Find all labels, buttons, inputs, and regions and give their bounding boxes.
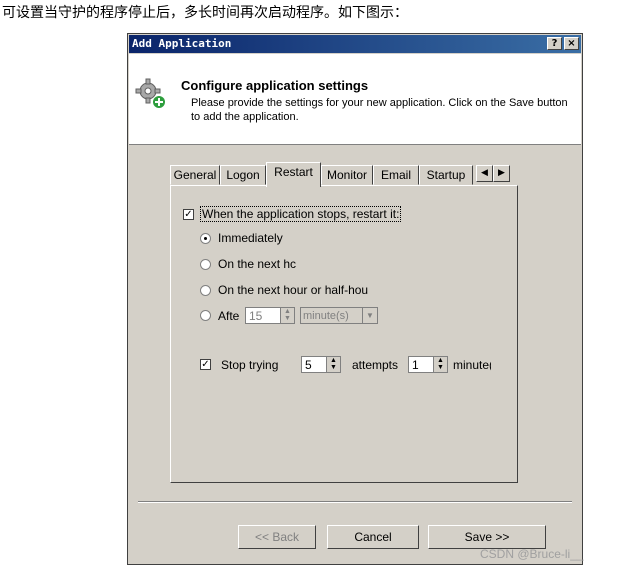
gear-add-icon [135,78,165,108]
radio-next-half-hour[interactable] [200,284,211,296]
dialog-header: Configure application settings Please pr… [129,54,581,145]
spinner-arrows-icon[interactable]: ▲ ▼ [280,308,294,323]
back-button[interactable]: << Back [238,525,316,549]
minutes-spinner[interactable]: 1 ▲ ▼ [408,356,448,373]
tab-monitor[interactable]: Monitor [321,165,373,185]
watermark: CSDN @Bruce-li__ [480,547,584,561]
tab-scroll-right-icon[interactable]: ▶ [493,165,510,182]
header-title: Configure application settings [181,78,369,93]
after-value: 15 [249,308,263,323]
option-label: Immediately [218,231,283,245]
radio-after[interactable] [200,310,211,321]
tab-restart[interactable]: Restart [266,162,321,187]
spinner-arrows-icon[interactable]: ▲ ▼ [433,357,447,372]
option-label: On the next hc [218,257,297,271]
radio-immediately[interactable] [200,232,211,244]
tab-scroll-left-icon[interactable]: ◀ [476,165,493,182]
window-title: Add Application [132,37,232,50]
attempts-label: attempts [352,357,399,372]
help-button[interactable]: ? [547,37,562,50]
cancel-button[interactable]: Cancel [327,525,419,549]
header-subtitle: Please provide the settings for your new… [191,97,568,123]
spinner-arrows-icon[interactable]: ▲ ▼ [326,357,340,372]
option-next-hour[interactable]: On the next hc [200,257,296,271]
attempts-value: 5 [305,357,312,372]
radio-next-hour[interactable] [200,258,211,270]
after-unit-value: minute(s) [303,309,349,322]
option-after[interactable]: Afte 15 ▲ ▼ minute(s) ▼ [200,307,378,324]
attempts-spinner[interactable]: 5 ▲ ▼ [301,356,341,373]
title-bar[interactable]: Add Application ? × [129,35,581,53]
close-button[interactable]: × [564,37,579,50]
button-separator [138,501,572,503]
stop-trying-checkbox[interactable]: ✓ [200,359,211,370]
stop-trying-row[interactable]: ✓ Stop trying 5 ▲▼ attempts 1 ▲▼ minute(… [200,356,491,373]
tab-general[interactable]: General [170,165,220,185]
option-label: Afte [218,308,240,323]
restart-tab-panel: ✓ When the application stops, restart it… [170,185,518,483]
tab-email[interactable]: Email [373,165,419,185]
option-label: On the next hour or half-hou [218,283,369,297]
after-unit-select[interactable]: minute(s) ▼ [300,307,378,324]
minutes-value: 1 [412,357,419,372]
save-button[interactable]: Save >> [428,525,546,549]
restart-checkbox[interactable]: ✓ [183,208,194,220]
after-spinner[interactable]: 15 ▲ ▼ [245,307,295,324]
tab-logon[interactable]: Logon [220,165,266,185]
stop-trying-label: Stop trying [221,357,279,372]
option-immediately[interactable]: Immediately [200,231,283,245]
restart-checkbox-label: When the application stops, restart it: [200,206,402,222]
option-next-half-hour[interactable]: On the next hour or half-hou [200,283,368,297]
page-caption: 可设置当守护的程序停止后，多长时间再次启动程序。如下图示： [2,5,408,21]
chevron-down-icon[interactable]: ▼ [362,308,377,323]
tab-startup[interactable]: Startup [419,165,473,185]
restart-checkbox-row[interactable]: ✓ When the application stops, restart it… [183,206,402,222]
minutes-label: minute(s [453,357,491,372]
add-application-dialog: Add Application ? × Configure applicatio… [127,33,583,565]
